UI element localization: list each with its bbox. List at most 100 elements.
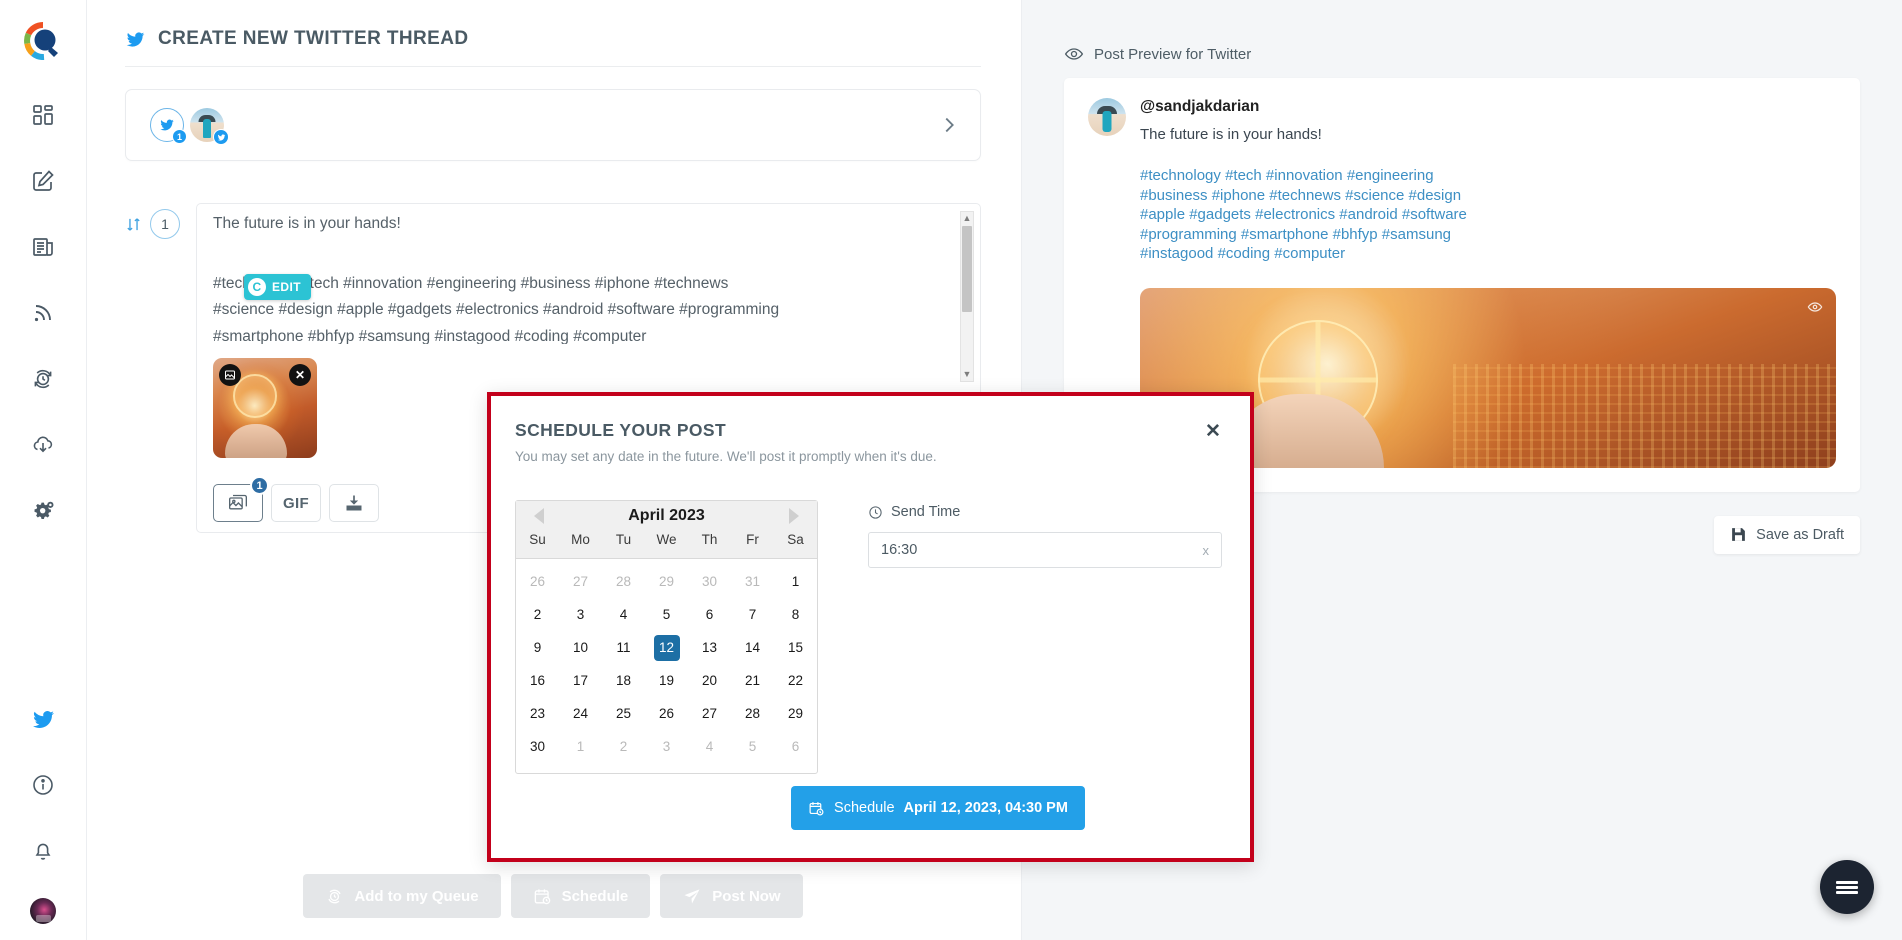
preview-image-view-icon[interactable] bbox=[1806, 298, 1824, 316]
calendar-day[interactable]: 2 bbox=[602, 730, 645, 763]
post-now-button[interactable]: Post Now bbox=[660, 874, 802, 918]
add-to-queue-button[interactable]: Add to my Queue bbox=[303, 874, 500, 918]
next-month-icon[interactable] bbox=[789, 508, 799, 524]
calendar-day[interactable]: 31 bbox=[731, 565, 774, 598]
calendar-day-headers: Su Mo Tu We Th Fr Sa bbox=[516, 529, 817, 554]
calendar-day[interactable]: 28 bbox=[731, 697, 774, 730]
queue-icon bbox=[325, 887, 344, 906]
calendar-day[interactable]: 26 bbox=[516, 565, 559, 598]
calendar-day[interactable]: 18 bbox=[602, 664, 645, 697]
remove-media-button[interactable]: ✕ bbox=[289, 364, 311, 386]
calendar-day[interactable]: 29 bbox=[645, 565, 688, 598]
sidebar-item-dashboard[interactable] bbox=[24, 96, 62, 134]
calendar-day[interactable]: 3 bbox=[559, 598, 602, 631]
calendar-day[interactable]: 5 bbox=[645, 598, 688, 631]
editor-scrollbar[interactable]: ▲ ▼ bbox=[960, 211, 974, 382]
calendar-day[interactable]: 6 bbox=[688, 598, 731, 631]
calendar-day[interactable]: 21 bbox=[731, 664, 774, 697]
scroll-up-arrow[interactable]: ▲ bbox=[963, 212, 972, 225]
calendar-day[interactable]: 26 bbox=[645, 697, 688, 730]
calendar-day[interactable]: 27 bbox=[559, 565, 602, 598]
calendar-day[interactable]: 23 bbox=[516, 697, 559, 730]
reorder-icon[interactable] bbox=[125, 216, 142, 233]
calendar-day[interactable]: 10 bbox=[559, 631, 602, 664]
save-as-draft-button[interactable]: Save as Draft bbox=[1714, 516, 1860, 554]
page-title-text: CREATE NEW TWITTER THREAD bbox=[158, 28, 468, 50]
media-thumbnail[interactable]: ✕ bbox=[213, 358, 317, 458]
calendar-day[interactable]: 16 bbox=[516, 664, 559, 697]
calendar-day[interactable]: 5 bbox=[731, 730, 774, 763]
clear-time-button[interactable]: x bbox=[1203, 543, 1210, 558]
calendar-day[interactable]: 22 bbox=[774, 664, 817, 697]
calendar-day[interactable]: 24 bbox=[559, 697, 602, 730]
post-now-label: Post Now bbox=[712, 888, 780, 905]
queue-icon bbox=[31, 367, 55, 391]
sidebar bbox=[0, 0, 87, 940]
date-picker-calendar[interactable]: April 2023 Su Mo Tu We Th Fr Sa bbox=[515, 500, 818, 774]
chevron-right-icon[interactable] bbox=[938, 114, 960, 136]
edit-media-button[interactable]: C EDIT bbox=[244, 274, 311, 300]
sidebar-item-download[interactable] bbox=[24, 426, 62, 464]
calendar-day[interactable]: 30 bbox=[516, 730, 559, 763]
save-as-draft-label: Save as Draft bbox=[1756, 527, 1844, 543]
calendar-day[interactable]: 15 bbox=[774, 631, 817, 664]
calendar-day[interactable]: 25 bbox=[602, 697, 645, 730]
calendar-day[interactable]: 13 bbox=[688, 631, 731, 664]
add-gif-button[interactable]: GIF bbox=[271, 484, 321, 522]
calendar-day[interactable]: 29 bbox=[774, 697, 817, 730]
calendar-day[interactable]: 30 bbox=[688, 565, 731, 598]
sidebar-item-notifications[interactable] bbox=[24, 832, 62, 870]
calendar-day[interactable]: 17 bbox=[559, 664, 602, 697]
edit-brand-icon: C bbox=[248, 278, 266, 296]
calendar-day[interactable]: 9 bbox=[516, 631, 559, 664]
calendar-clock-icon bbox=[533, 887, 552, 906]
account-selector-card[interactable]: 1 bbox=[125, 89, 981, 161]
calendar-day[interactable]: 11 bbox=[602, 631, 645, 664]
calendar-day[interactable]: 6 bbox=[774, 730, 817, 763]
confirm-schedule-button[interactable]: Schedule April 12, 2023, 04:30 PM bbox=[791, 786, 1085, 830]
calendar-day[interactable]: 4 bbox=[688, 730, 731, 763]
avatar[interactable] bbox=[30, 898, 56, 924]
calendar-day[interactable]: 8 bbox=[774, 598, 817, 631]
account-avatar-photo[interactable] bbox=[190, 108, 224, 142]
send-time-input[interactable]: 16:30 x bbox=[868, 532, 1222, 568]
hashtag-line: #business #iphone #technews #science #de… bbox=[1140, 186, 1836, 206]
calendar-day[interactable]: 19 bbox=[645, 664, 688, 697]
sidebar-item-content[interactable] bbox=[24, 228, 62, 266]
clock-icon bbox=[868, 505, 883, 520]
settings-icon bbox=[31, 499, 56, 524]
preview-avatar bbox=[1088, 98, 1126, 136]
calendar-day[interactable]: 14 bbox=[731, 631, 774, 664]
calendar-day[interactable]: 2 bbox=[516, 598, 559, 631]
alt-text-icon[interactable] bbox=[219, 364, 241, 386]
schedule-button[interactable]: Schedule bbox=[511, 874, 651, 918]
calendar-day[interactable]: 3 bbox=[645, 730, 688, 763]
calendar-day[interactable]: 20 bbox=[688, 664, 731, 697]
close-icon[interactable]: ✕ bbox=[1200, 418, 1226, 444]
app-logo[interactable] bbox=[24, 22, 62, 60]
twitter-account-chip[interactable]: 1 bbox=[150, 108, 184, 142]
sidebar-item-twitter[interactable] bbox=[24, 700, 62, 738]
calendar-day[interactable]: 28 bbox=[602, 565, 645, 598]
dashboard-icon bbox=[31, 103, 55, 127]
menu-fab[interactable] bbox=[1820, 860, 1874, 914]
calendar-day[interactable]: 27 bbox=[688, 697, 731, 730]
prev-month-icon[interactable] bbox=[534, 508, 544, 524]
scroll-thumb[interactable] bbox=[962, 226, 972, 312]
calendar-day[interactable]: 1 bbox=[559, 730, 602, 763]
editor-content[interactable]: The future is in your hands! #technology… bbox=[197, 204, 980, 344]
calendar-day-selected[interactable]: 12 bbox=[645, 631, 688, 664]
send-icon bbox=[682, 886, 702, 906]
scroll-down-arrow[interactable]: ▼ bbox=[963, 368, 972, 381]
sidebar-item-feed[interactable] bbox=[24, 294, 62, 332]
add-upload-button[interactable] bbox=[329, 484, 379, 522]
sidebar-item-settings[interactable] bbox=[24, 492, 62, 530]
calendar-day[interactable]: 1 bbox=[774, 565, 817, 598]
calendar-day[interactable]: 7 bbox=[731, 598, 774, 631]
sidebar-item-compose[interactable] bbox=[24, 162, 62, 200]
sidebar-item-info[interactable] bbox=[24, 766, 62, 804]
sidebar-item-queue[interactable] bbox=[24, 360, 62, 398]
calendar-day[interactable]: 4 bbox=[602, 598, 645, 631]
add-image-button[interactable]: 1 bbox=[213, 484, 263, 522]
preview-hashtags: #technology #tech #innovation #engineeri… bbox=[1140, 166, 1836, 264]
